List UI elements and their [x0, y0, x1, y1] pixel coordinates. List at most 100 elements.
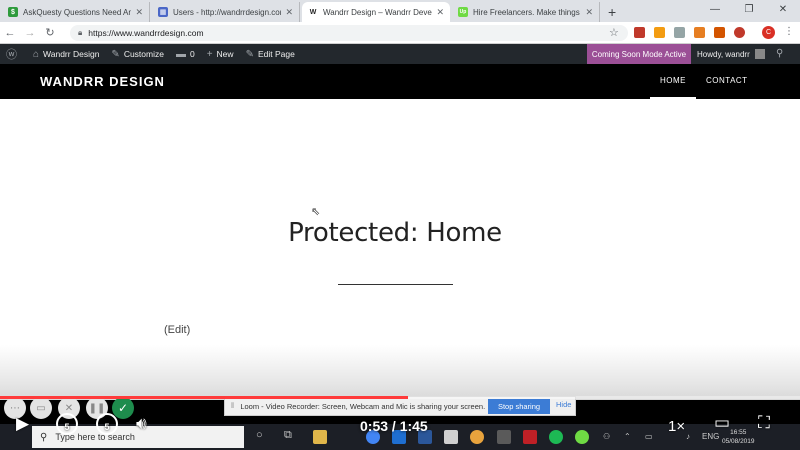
tab-title: Hire Freelancers. Make things ha — [473, 7, 582, 17]
wp-logo-icon[interactable]: ⓦ — [0, 44, 27, 64]
customize-label: Customize — [123, 49, 164, 59]
reload-icon[interactable]: ↻ — [40, 26, 60, 39]
browser-tab[interactable]: ▦ Users - http://wandrrdesign.com ✕ — [152, 2, 300, 22]
wp-admin-bar: ⓦ ⌂ Wandrr Design ✎ Customize ▬ 0 + New ✎ Edi… — [0, 44, 800, 64]
close-window-icon[interactable]: ✕ — [766, 0, 800, 22]
tab-close-icon[interactable]: ✕ — [285, 7, 293, 18]
edit-page-label: Edit Page — [257, 49, 295, 59]
tab-title: AskQuesty Questions Need Answ — [23, 7, 132, 17]
url-text: https://www.wandrrdesign.com — [88, 28, 204, 38]
stop-sharing-button[interactable]: Stop sharing — [488, 399, 550, 414]
site-header: WANDRR DESIGN HOME CONTACT — [0, 64, 800, 99]
playback-time: 0:53 / 1:45 — [360, 418, 428, 434]
title-divider — [338, 284, 453, 285]
new-label: New — [216, 49, 234, 59]
screen-sharing-bar: ⦀ Loom - Video Recorder: Screen, Webcam … — [224, 396, 576, 416]
address-bar[interactable]: 🔒︎ https://www.wandrrdesign.com — [70, 25, 628, 41]
cortana-icon[interactable]: ○ — [256, 429, 263, 441]
site-name-label: Wandrr Design — [43, 49, 100, 59]
content-fade — [0, 345, 800, 400]
browser-tab[interactable]: Up Hire Freelancers. Make things ha ✕ — [452, 2, 600, 22]
tab-favicon-icon: Up — [458, 7, 468, 17]
minimize-icon[interactable]: — — [698, 0, 732, 22]
video-progress-bar[interactable] — [0, 396, 800, 399]
admin-site-name[interactable]: ⌂ Wandrr Design — [27, 44, 105, 64]
tab-favicon-icon: W — [308, 7, 318, 17]
restore-icon[interactable]: ❐ — [732, 0, 766, 22]
play-icon[interactable]: ▶ — [16, 414, 29, 434]
volume-icon[interactable]: 🔊︎ — [136, 414, 147, 434]
pencil-icon: ✎ — [245, 48, 254, 60]
filezilla-icon[interactable] — [523, 430, 537, 444]
app-icon[interactable] — [497, 430, 511, 444]
tab-favicon-icon: ▦ — [158, 7, 168, 17]
search-icon: ⚲ — [40, 431, 48, 443]
bookmark-star-icon[interactable]: ☆ — [609, 26, 619, 39]
file-explorer-icon[interactable] — [313, 430, 327, 444]
upwork-icon[interactable] — [575, 430, 589, 444]
hide-sharing-button[interactable]: Hide — [556, 400, 571, 409]
plus-icon: + — [206, 48, 213, 60]
tab-close-icon[interactable]: ✕ — [135, 7, 143, 18]
comment-icon: ▬ — [175, 48, 186, 60]
skip-back-icon[interactable]: 5 — [56, 413, 78, 435]
forward-arrow-icon[interactable]: → — [20, 27, 40, 39]
skip-forward-icon[interactable]: 5 — [96, 413, 118, 435]
profile-avatar[interactable]: C — [762, 26, 775, 39]
comment-count: 0 — [189, 49, 195, 59]
dashboard-icon: ⌂ — [33, 48, 40, 60]
extension-icon[interactable] — [694, 27, 705, 38]
admin-edit-page[interactable]: ✎ Edit Page — [240, 44, 301, 64]
howdy-label: Howdy, wandrr — [697, 49, 750, 59]
browser-menu-icon[interactable]: ⋮ — [784, 26, 794, 37]
menu-item-contact[interactable]: CONTACT — [696, 64, 758, 99]
tab-close-icon[interactable]: ✕ — [436, 7, 444, 18]
captions-icon[interactable]: ▭ — [714, 413, 730, 433]
extension-icon[interactable] — [634, 27, 645, 38]
admin-comments[interactable]: ▬ 0 — [170, 44, 201, 64]
admin-new[interactable]: + New — [201, 44, 240, 64]
primary-menu: HOME CONTACT — [650, 64, 758, 99]
network-icon[interactable]: ▭ — [645, 432, 653, 441]
drag-handle-icon[interactable]: ⦀ — [231, 401, 234, 411]
back-arrow-icon[interactable]: ← — [0, 27, 20, 39]
brush-icon: ✎ — [111, 48, 120, 60]
mail-icon[interactable] — [444, 430, 458, 444]
clock-date: 05/08/2019 — [722, 438, 755, 445]
task-view-icon[interactable]: ⧉ — [284, 429, 292, 442]
extension-icon[interactable] — [714, 27, 725, 38]
volume-icon[interactable]: ♪ — [686, 432, 690, 441]
sharing-message: Loom - Video Recorder: Screen, Webcam an… — [240, 401, 486, 411]
video-progress-fill — [0, 396, 408, 399]
extension-icon[interactable] — [654, 27, 665, 38]
site-title[interactable]: WANDRR DESIGN — [40, 74, 165, 89]
new-tab-button[interactable]: + — [608, 2, 616, 22]
browser-tab-active[interactable]: W Wandrr Design – Wandrr Develop ✕ — [302, 2, 450, 22]
tab-favicon-icon: $ — [8, 7, 18, 17]
window-controls: — ❐ ✕ — [698, 0, 800, 22]
loom-finish-icon[interactable]: ✓ — [112, 397, 134, 419]
lock-icon: 🔒︎ — [78, 28, 83, 37]
tab-title: Wandrr Design – Wandrr Develop — [323, 7, 433, 17]
extension-icon[interactable] — [734, 27, 745, 38]
browser-tab-strip: $ AskQuesty Questions Need Answ ✕ ▦ User… — [0, 0, 800, 22]
fullscreen-icon[interactable]: ⛶ — [758, 413, 770, 433]
app-icon[interactable] — [470, 430, 484, 444]
loom-camera-icon[interactable]: ▭ — [30, 397, 52, 419]
spotify-icon[interactable] — [549, 430, 563, 444]
tab-close-icon[interactable]: ✕ — [585, 7, 593, 18]
admin-account-menu[interactable]: Howdy, wandrr — [697, 44, 765, 64]
avatar — [754, 49, 765, 59]
menu-item-home[interactable]: HOME — [650, 64, 696, 99]
browser-tab[interactable]: $ AskQuesty Questions Need Answ ✕ — [2, 2, 150, 22]
extension-icon[interactable] — [674, 27, 685, 38]
people-icon[interactable]: ⚇ — [603, 432, 610, 441]
playback-speed-button[interactable]: 1× — [668, 418, 685, 435]
tab-title: Users - http://wandrrdesign.com — [173, 7, 282, 17]
edit-link[interactable]: (Edit) — [164, 324, 190, 336]
tray-chevron-icon[interactable]: ⌃ — [624, 432, 631, 441]
admin-customize[interactable]: ✎ Customize — [105, 44, 170, 64]
language-indicator[interactable]: ENG — [702, 432, 719, 441]
coming-soon-badge[interactable]: Coming Soon Mode Active — [587, 44, 691, 64]
search-icon[interactable]: ⚲ — [776, 48, 783, 59]
